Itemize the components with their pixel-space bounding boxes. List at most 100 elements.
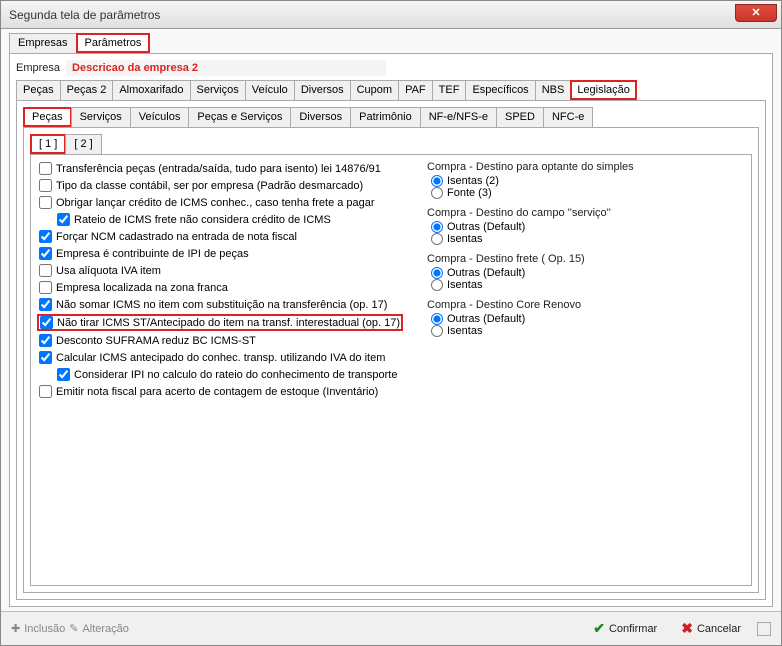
tab-legis-pecas[interactable]: Peças [23,107,72,127]
group-destino-frete: Compra - Destino frete ( Op. 15) Outras … [427,253,634,291]
tab-paf[interactable]: PAF [398,80,433,100]
checkbox-column: Transferência peças (entrada/saída, tudo… [37,161,403,399]
category-panel: Peças Serviços Veículos Peças e Serviços… [16,100,766,600]
tab-legis-diversos[interactable]: Diversos [290,107,351,127]
checkbox-c11[interactable] [39,385,52,398]
label-c5: Usa alíquota IVA item [56,265,161,277]
group4-title: Compra - Destino Core Renovo [427,299,634,311]
label-g3-o1: Outras (Default) [447,267,525,279]
radio-g3-outras[interactable] [431,267,443,279]
radio-g1-isentas[interactable] [431,175,443,187]
label-g3-o2: Isentas [447,279,482,291]
close-button[interactable]: ✕ [735,4,777,22]
label-c9: Desconto SUFRAMA reduz BC ICMS-ST [56,335,256,347]
radio-g2-isentas[interactable] [431,233,443,245]
tab-legis-nfce[interactable]: NFC-e [543,107,593,127]
label-c6: Empresa localizada na zona franca [56,282,228,294]
tab-legislacao[interactable]: Legislação [570,80,637,100]
tab-page-2[interactable]: [ 2 ] [65,134,101,154]
checkbox-c5[interactable] [39,264,52,277]
tab-servicos[interactable]: Serviços [190,80,246,100]
tab-veiculo[interactable]: Veículo [245,80,295,100]
tab-legis-veiculos[interactable]: Veículos [130,107,190,127]
tab-legis-servicos[interactable]: Serviços [71,107,131,127]
label-c10a: Considerar IPI no calculo do rateio do c… [74,369,397,381]
checkbox-c8[interactable] [40,316,53,329]
chk-contribuinte-ipi: Empresa é contribuinte de IPI de peças [37,246,403,261]
confirmar-label: Confirmar [609,623,657,635]
inclusao-label: Inclusão [24,623,65,635]
group-core-renovo: Compra - Destino Core Renovo Outras (Def… [427,299,634,337]
radio-g3-isentas[interactable] [431,279,443,291]
group3-title: Compra - Destino frete ( Op. 15) [427,253,634,265]
label-c11: Emitir nota fiscal para acerto de contag… [56,386,378,398]
tab-parametros[interactable]: Parâmetros [76,33,151,53]
checkbox-c10[interactable] [39,351,52,364]
checkbox-c10a[interactable] [57,368,70,381]
checkbox-c6[interactable] [39,281,52,294]
tab-legis-sped[interactable]: SPED [496,107,544,127]
tab-page-1[interactable]: [ 1 ] [30,134,66,154]
bottom-bar: ✚ Inclusão ✎ Alteração ✔ Confirmar ✖ Can… [1,611,781,645]
tab-nbs[interactable]: NBS [535,80,572,100]
group2-title: Compra - Destino do campo ''serviço'' [427,207,634,219]
tab-pecas2[interactable]: Peças 2 [60,80,114,100]
page-tabstrip: [ 1 ] [ 2 ] [30,134,752,154]
edit-icon: ✎ [69,622,78,635]
plus-icon: ✚ [11,622,20,635]
tab-legis-pecas-servicos[interactable]: Peças e Serviços [188,107,291,127]
tab-empresas[interactable]: Empresas [9,33,77,53]
chk-emitir-nf-inventario: Emitir nota fiscal para acerto de contag… [37,384,403,399]
content-area: Empresas Parâmetros Empresa Descricao da… [1,29,781,611]
chk-nao-tirar-icms-st: Não tirar ICMS ST/Antecipado do item na … [37,314,403,331]
legis-panel: [ 1 ] [ 2 ] Transferência peças (entrada… [23,127,759,593]
group1-title: Compra - Destino para optante do simples [427,161,634,173]
chk-calcular-icms-antecipado: Calcular ICMS antecipado do conhec. tran… [37,350,403,365]
titlebar: Segunda tela de parâmetros ✕ [1,1,781,29]
tab-pecas[interactable]: Peças [16,80,61,100]
chk-nao-somar-icms: Não somar ICMS no item com substituição … [37,297,403,312]
close-icon: ✕ [751,7,760,19]
tab-almoxarifado[interactable]: Almoxarifado [112,80,190,100]
label-c1: Tipo da classe contábil, ser por empresa… [56,180,363,192]
mode-indicator: ✚ Inclusão ✎ Alteração [11,622,129,635]
cancelar-label: Cancelar [697,623,741,635]
radio-g2-outras[interactable] [431,221,443,233]
checkbox-c0[interactable] [39,162,52,175]
checkbox-c4[interactable] [39,247,52,260]
tab-legis-patrimonio[interactable]: Patrimônio [350,107,421,127]
label-c2: Obrigar lançar crédito de ICMS conhec., … [56,197,375,209]
label-g2-o2: Isentas [447,233,482,245]
checkbox-c1[interactable] [39,179,52,192]
door-icon[interactable] [757,622,771,636]
tab-cupom[interactable]: Cupom [350,80,399,100]
radio-g4-outras[interactable] [431,313,443,325]
chk-rateio-icms: Rateio de ICMS frete não considera crédi… [55,212,403,227]
tab-diversos[interactable]: Diversos [294,80,351,100]
checkbox-c2[interactable] [39,196,52,209]
empresa-row: Empresa Descricao da empresa 2 [16,60,766,76]
tab-legis-nfe[interactable]: NF-e/NFS-e [420,107,497,127]
chk-obrigar-credito: Obrigar lançar crédito de ICMS conhec., … [37,195,403,210]
x-icon: ✖ [681,620,693,637]
tab-tef[interactable]: TEF [432,80,467,100]
chk-considerar-ipi: Considerar IPI no calculo do rateio do c… [55,367,403,382]
app-window: Segunda tela de parâmetros ✕ Empresas Pa… [0,0,782,646]
legis-tabstrip: Peças Serviços Veículos Peças e Serviços… [23,107,759,127]
chk-aliquota-iva: Usa alíquota IVA item [37,263,403,278]
label-g1-o2: Fonte (3) [447,187,492,199]
tab-especificos[interactable]: Específicos [465,80,535,100]
group-campo-servico: Compra - Destino do campo ''serviço'' Ou… [427,207,634,245]
cancelar-button[interactable]: ✖ Cancelar [673,616,749,641]
radio-g4-isentas[interactable] [431,325,443,337]
chk-transferencia-pecas: Transferência peças (entrada/saída, tudo… [37,161,403,176]
label-c0: Transferência peças (entrada/saída, tudo… [56,163,381,175]
confirmar-button[interactable]: ✔ Confirmar [585,616,665,641]
radio-g1-fonte[interactable] [431,187,443,199]
checkbox-c7[interactable] [39,298,52,311]
label-c4: Empresa é contribuinte de IPI de peças [56,248,249,260]
group-optante-simples: Compra - Destino para optante do simples… [427,161,634,199]
checkbox-c9[interactable] [39,334,52,347]
checkbox-c3[interactable] [39,230,52,243]
checkbox-c2a[interactable] [57,213,70,226]
